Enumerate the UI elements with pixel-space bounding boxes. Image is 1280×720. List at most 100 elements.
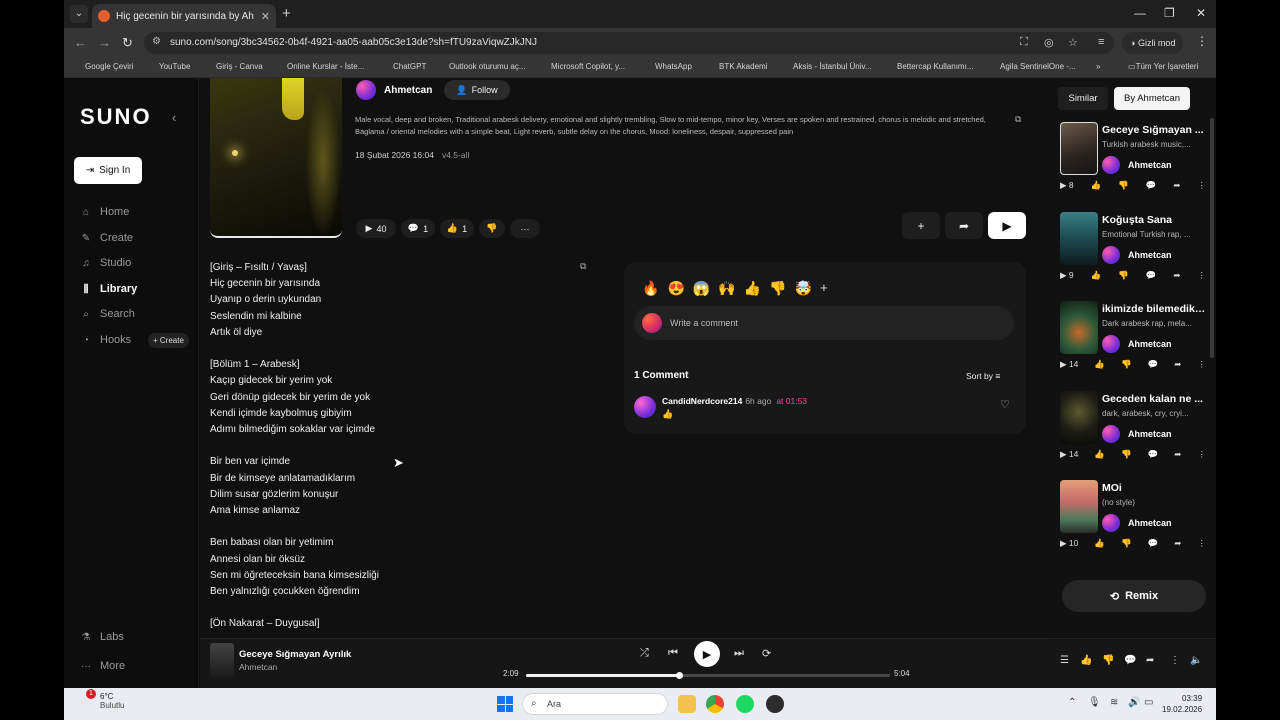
more-dots-icon[interactable]: ⋮ [1197,449,1206,460]
collapse-sidebar-icon[interactable]: ‹ [172,110,176,125]
share-button[interactable]: ➦ [945,212,983,239]
battery-icon[interactable]: ▭ [1144,697,1153,708]
reaction-mind-blown[interactable]: 🤯 [795,280,812,297]
share-icon[interactable]: ➦ [1173,270,1180,281]
new-tab-icon[interactable]: + [282,5,291,22]
site-info-icon[interactable]: ⚙ [152,36,161,47]
like-comment-heart-icon[interactable]: ♡ [1000,398,1010,411]
song-card[interactable]: MOi (no style) Ahmetcan ▶ 10 👍 👎 💬 ➦ ⋮ [1058,480,1208,566]
sidebar-item-home[interactable]: ⌂ Home [80,206,129,218]
tab-similar[interactable]: Similar [1058,87,1108,110]
dislike-button[interactable]: 👎 [479,219,505,238]
thumbs-down-icon[interactable]: 👎 [1121,538,1132,549]
like-button[interactable]: 👍 1 [440,219,474,238]
file-explorer-icon[interactable] [678,695,696,713]
bookmark-item[interactable]: ChatGPT [380,62,426,71]
sidebar-item-labs[interactable]: ⚗ Labs [80,631,124,643]
sidebar-item-studio[interactable]: ♫ Studio [80,257,131,269]
comment-count-button[interactable]: 💬 1 [401,219,435,238]
thumbs-up-icon[interactable]: 👍 [1094,449,1105,460]
bookmark-item[interactable]: Aksis - İstanbul Üniv... [780,62,872,71]
song-card-artist[interactable]: Ahmetcan [1102,514,1172,532]
taskbar-search[interactable]: ⌕ Ara [522,693,668,715]
comment-icon[interactable]: 💬 [1124,655,1136,666]
reaction-scream[interactable]: 😱 [693,280,710,297]
forward-icon[interactable]: → [98,35,111,50]
comment-icon[interactable]: 💬 [1146,270,1157,281]
reading-list-icon[interactable]: ≡ [1098,36,1104,48]
bookmarks-overflow-icon[interactable]: » [1096,62,1100,71]
song-card-artist[interactable]: Ahmetcan [1102,156,1172,174]
sidebar-item-search[interactable]: ⌕ Search [80,308,135,320]
now-playing-artist[interactable]: Ahmetcan [239,662,277,672]
reaction-thumbs-down[interactable]: 👎 [769,280,786,297]
remix-button[interactable]: ⟲ Remix [1062,580,1206,612]
thumbs-down-icon[interactable]: 👎 [1118,180,1129,191]
thumbs-up-icon[interactable]: 👍 [1091,180,1102,191]
thumbs-up-icon[interactable]: 👍 [1094,359,1105,370]
comment-timestamp-link[interactable]: at 01:53 [776,396,807,406]
reaction-thumbs-up[interactable]: 👍 [744,280,761,297]
copy-lyrics-icon[interactable]: ⧉ [580,261,586,272]
translate-icon[interactable]: ⛶ [1020,36,1028,49]
sidebar-item-library[interactable]: ⫼ Library [80,283,138,295]
now-playing-title[interactable]: Geceye Sığmayan Ayrılık [239,649,351,660]
microphone-icon[interactable]: 🎙 [1088,697,1101,708]
play-count[interactable]: ▶ 14 [1060,359,1078,370]
incognito-badge[interactable]: ◑ Gizli mod [1122,32,1184,54]
thumbs-down-icon[interactable]: 👎 [1102,655,1114,666]
tab-search-icon[interactable]: ⌄ [70,5,88,23]
progress-slider[interactable] [526,672,890,679]
url-field[interactable]: ⚙ suno.com/song/3bc34562-0b4f-4921-aa05-… [144,32,1114,54]
sidebar-item-hooks[interactable]: ◔ Hooks [80,334,131,346]
browser-tab[interactable]: Hiç gecenin bir yarısında by Ah ✕ [92,4,276,28]
browser-menu-icon[interactable]: ⋮ [1196,34,1208,48]
song-card-artist[interactable]: Ahmetcan [1102,246,1172,264]
suno-logo[interactable]: SUNO [80,104,152,130]
comment-icon[interactable]: 💬 [1148,538,1159,549]
song-card[interactable]: Koğuşta Sana Emotional Turkish rap, ... … [1058,212,1208,298]
more-dots-icon[interactable]: ⋮ [1197,180,1206,191]
thumbs-down-icon[interactable]: 👎 [1121,449,1132,460]
comment-icon[interactable]: 💬 [1148,449,1159,460]
commenter-avatar[interactable] [634,396,656,418]
thumbs-up-icon[interactable]: 👍 [1080,655,1092,666]
sidebar-item-more[interactable]: ··· More [80,660,125,672]
thumbs-down-icon[interactable]: 👎 [1118,270,1129,281]
bookmark-item[interactable]: Online Kurslar - İste... [274,62,364,71]
queue-icon[interactable]: ☰ [1060,655,1069,666]
close-window-icon[interactable]: ✕ [1196,6,1206,20]
add-to-playlist-button[interactable]: + [902,212,940,239]
share-icon[interactable]: ➦ [1174,359,1181,370]
now-playing-thumbnail[interactable] [210,643,234,677]
volume-icon[interactable]: 🔈 [1190,655,1202,666]
play-count[interactable]: ▶ 14 [1060,449,1078,460]
wifi-icon[interactable]: ≋ [1110,697,1118,708]
minimize-icon[interactable]: — [1134,6,1146,20]
bookmark-item[interactable]: Microsoft Copilot, y... [538,62,625,71]
bookmark-item[interactable]: WhatsApp [642,62,692,71]
reaction-heart-eyes[interactable]: 😍 [667,280,684,297]
app-icon[interactable] [766,695,784,713]
bookmark-item[interactable]: BTK Akademi [706,62,767,71]
artist-name[interactable]: Ahmetcan [384,85,432,96]
reload-icon[interactable]: ↻ [122,35,133,51]
restore-icon[interactable]: ❐ [1164,6,1175,20]
copy-style-icon[interactable]: ⧉ [1015,114,1021,125]
thumbs-down-icon[interactable]: 👎 [1121,359,1132,370]
bookmark-item[interactable]: Outlook oturumu aç... [436,62,525,71]
more-dots-icon[interactable]: ⋮ [1170,655,1180,666]
reaction-fire[interactable]: 🔥 [642,280,659,297]
close-tab-icon[interactable]: ✕ [261,10,270,23]
share-icon[interactable]: ➦ [1173,180,1180,191]
bookmark-item[interactable]: YouTube [146,62,190,71]
bookmark-item[interactable]: Giriş - Canva [203,62,263,71]
speaker-icon[interactable]: 🔊 [1128,697,1140,708]
play-count[interactable]: ▶ 10 [1060,538,1078,549]
hooks-create-button[interactable]: + Create [148,333,189,348]
back-icon[interactable]: ← [74,35,87,50]
more-options-button[interactable]: ··· [510,219,540,238]
weather-widget[interactable]: ☁ 1 6°C Bulutlu [76,689,124,710]
comment-icon[interactable]: 💬 [1146,180,1157,191]
all-bookmarks[interactable]: ▭ Tüm Yer İşaretleri [1128,62,1198,71]
